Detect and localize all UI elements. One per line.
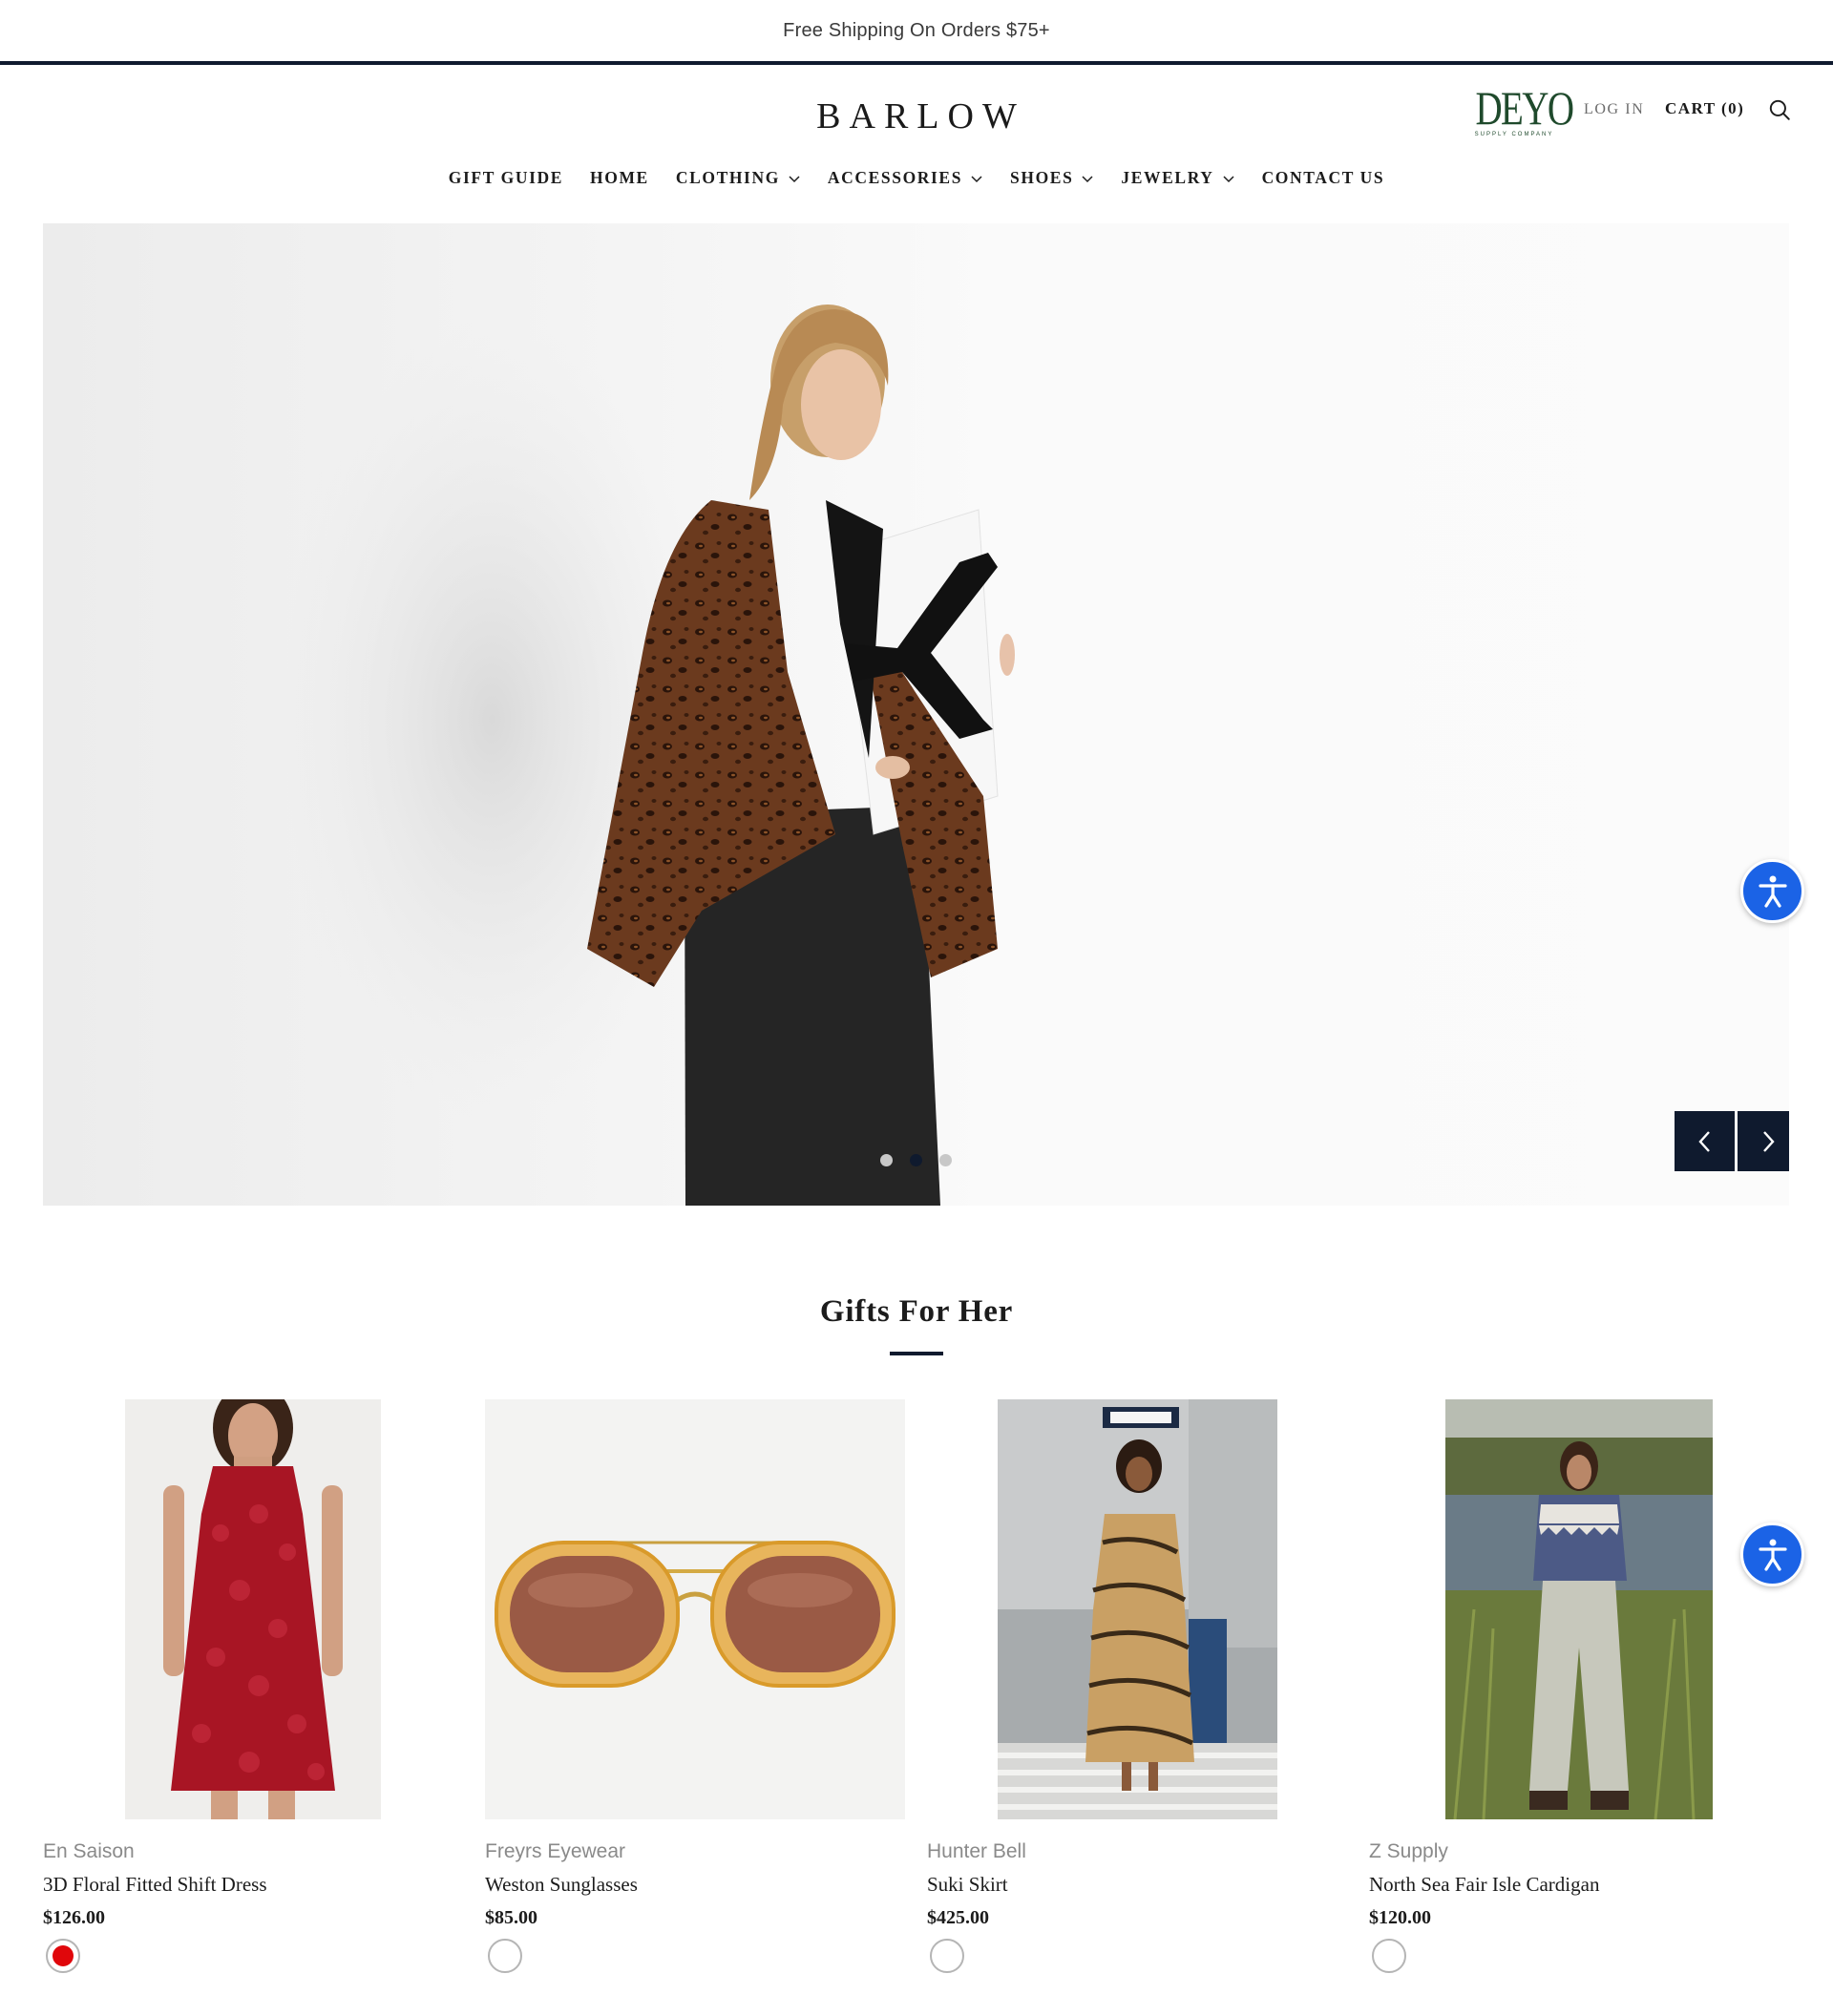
slide-dots [43,1154,1789,1166]
product-image[interactable] [125,1399,381,1819]
chevron-right-icon [1762,1130,1775,1152]
announcement-bar: Free Shipping On Orders $75+ [0,0,1833,65]
partner-logo-mark: DEYO [1475,81,1574,135]
product-price: $126.00 [43,1907,105,1928]
product-title[interactable]: North Sea Fair Isle Cardigan [1369,1873,1599,1897]
product-vendor[interactable]: En Saison [43,1840,135,1863]
color-swatch[interactable] [46,1939,80,1973]
accessibility-icon [1758,875,1787,908]
nav-clothing[interactable]: CLOTHING [676,168,801,188]
accessibility-button-secondary[interactable] [1740,1522,1804,1586]
slide-prev-button[interactable] [1675,1111,1735,1171]
hero-slideshow[interactable] [43,223,1789,1206]
accessibility-icon [1758,1539,1787,1571]
partner-logo[interactable]: DEYO SUPPLY COMPANY [1464,81,1574,137]
slide-dot-3[interactable] [939,1154,952,1166]
login-link[interactable]: LOG IN [1584,101,1644,118]
product-image[interactable] [485,1399,905,1819]
nav-jewelry[interactable]: JEWELRY [1121,168,1234,188]
slide-dot-2[interactable] [910,1154,922,1166]
color-swatch[interactable] [1372,1939,1406,1973]
announcement-text: Free Shipping On Orders $75+ [783,19,1050,41]
chevron-left-icon [1697,1130,1710,1152]
product-price: $120.00 [1369,1907,1431,1928]
search-icon[interactable] [1767,97,1792,122]
product-vendor[interactable]: Z Supply [1369,1840,1448,1863]
section-title: Gifts For Her [819,1294,1014,1329]
chevron-down-icon [971,175,982,182]
product-title[interactable]: Weston Sunglasses [485,1873,638,1897]
nav-accessories[interactable]: ACCESSORIES [828,168,983,188]
product-title[interactable]: 3D Floral Fitted Shift Dress [43,1873,267,1897]
slide-next-button[interactable] [1738,1111,1789,1171]
slide-dot-1[interactable] [880,1154,893,1166]
site-header: BARLOW DEYO SUPPLY COMPANY LOG IN CART (… [0,69,1833,221]
nav-contact-us[interactable]: CONTACT US [1262,168,1385,188]
product-vendor[interactable]: Freyrs Eyewear [485,1840,625,1863]
product-price: $425.00 [927,1907,989,1928]
product-vendor[interactable]: Hunter Bell [927,1840,1026,1863]
color-swatch[interactable] [488,1939,522,1973]
nav-home[interactable]: HOME [590,168,649,188]
swatch-fill [53,1945,74,1966]
hero-image [272,304,1015,1206]
product-price: $85.00 [485,1907,537,1928]
main-nav: GIFT GUIDE HOME CLOTHING ACCESSORIES SHO… [0,168,1833,188]
section-title-underline [890,1352,943,1355]
chevron-down-icon [789,175,800,182]
product-title[interactable]: Suki Skirt [927,1873,1008,1897]
chevron-down-icon [1082,175,1093,182]
nav-shoes[interactable]: SHOES [1010,168,1094,188]
nav-gift-guide[interactable]: GIFT GUIDE [449,168,563,188]
chevron-down-icon [1223,175,1234,182]
cart-link[interactable]: CART (0) [1665,99,1744,118]
accessibility-button[interactable] [1740,859,1804,923]
product-image[interactable] [1445,1399,1713,1819]
color-swatch[interactable] [930,1939,964,1973]
product-image[interactable] [998,1399,1277,1819]
